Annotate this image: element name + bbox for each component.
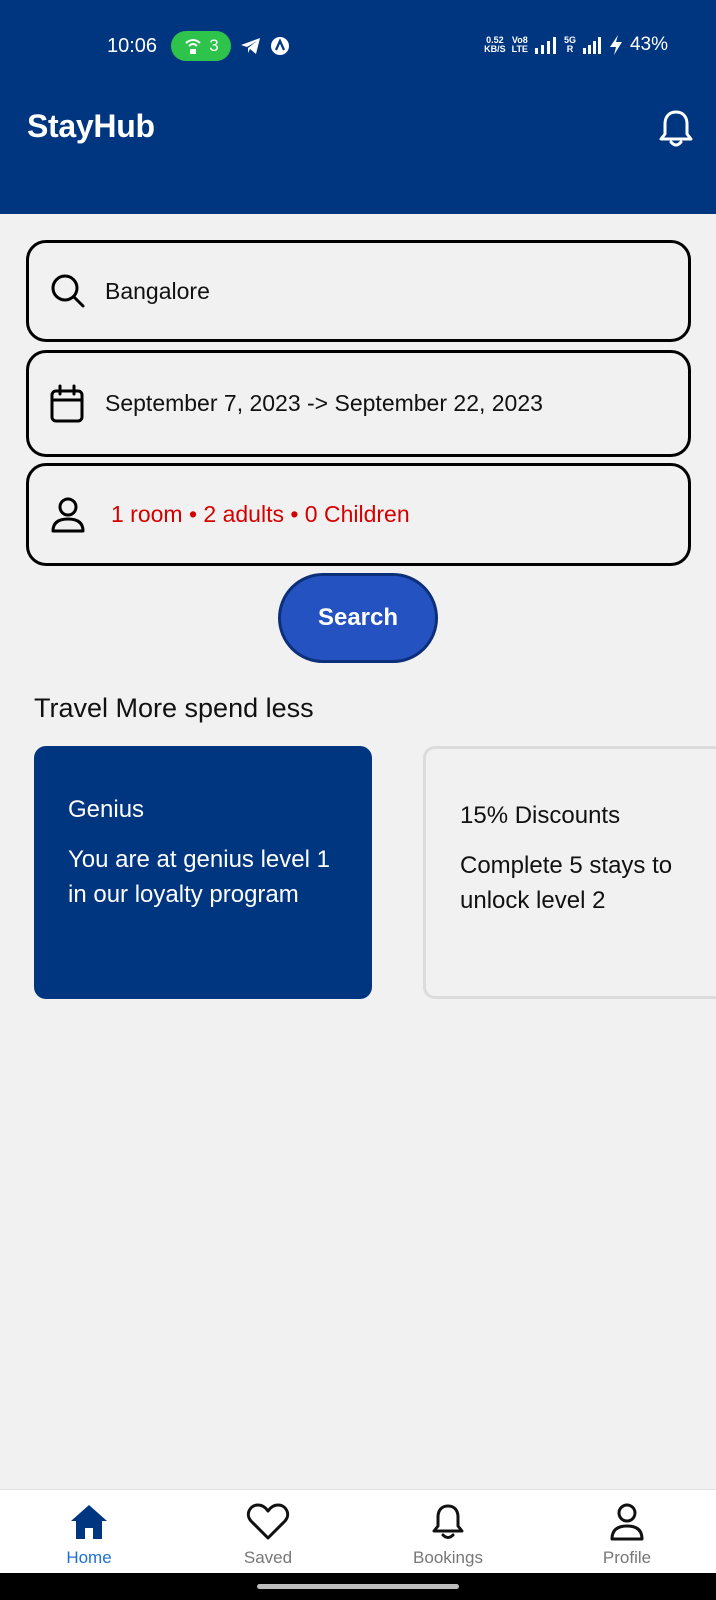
status-bar: 10:06 3 0.52 KB/S Vo8 LTE 5G R 43%	[0, 28, 716, 64]
nav-saved[interactable]: Saved	[208, 1500, 328, 1568]
date-range-value: September 7, 2023 -> September 22, 2023	[105, 390, 543, 416]
search-icon	[51, 274, 85, 308]
bell-icon[interactable]	[656, 108, 696, 150]
nav-profile-label: Profile	[602, 1548, 652, 1567]
hotspot-badge: 3	[171, 31, 231, 61]
discount-card-description: Complete 5 stays to unlock level 2	[460, 852, 673, 914]
date-range-field[interactable]: September 7, 2023 -> September 22, 2023	[26, 350, 691, 457]
destination-field[interactable]: Bangalore	[26, 240, 691, 342]
signal-icon	[534, 37, 556, 54]
nav-bookings-label: Bookings	[413, 1548, 483, 1567]
app-notification-icon	[271, 37, 289, 55]
nav-saved-label: Saved	[243, 1548, 293, 1567]
genius-card[interactable]: Genius You are at genius level 1 in our …	[34, 746, 372, 999]
app-title: StayHub	[27, 108, 155, 144]
nav-bookings[interactable]: Bookings	[388, 1500, 508, 1568]
discount-card-title: 15% Discounts	[460, 802, 621, 829]
net-speed-unit: KB/S	[484, 44, 506, 54]
sim2-indicator: 5G R	[564, 36, 576, 54]
genius-card-description: You are at genius level 1 in our loyalty…	[68, 846, 330, 908]
bottom-navigation: Home Saved Bookings Profile	[0, 1489, 716, 1573]
destination-value: Bangalore	[105, 277, 210, 304]
discount-card[interactable]: 15% Discounts Complete 5 stays to unlock…	[423, 746, 716, 999]
hotspot-count: 3	[209, 36, 219, 55]
volte-indicator: Vo8 LTE	[512, 36, 528, 54]
person-icon	[51, 497, 85, 532]
search-button[interactable]: Search	[278, 573, 438, 663]
volte-bottom: LTE	[511, 44, 528, 54]
person-icon	[610, 1503, 644, 1541]
bell-icon	[432, 1504, 464, 1539]
nav-home-label: Home	[66, 1548, 112, 1567]
telegram-icon	[241, 38, 260, 54]
app-header: 10:06 3 0.52 KB/S Vo8 LTE 5G R 43% StayH…	[0, 0, 716, 214]
promo-section-title: Travel More spend less	[34, 693, 314, 723]
gesture-bar	[0, 1573, 716, 1600]
nav-profile[interactable]: Profile	[567, 1500, 687, 1568]
status-time: 10:06	[107, 35, 158, 57]
battery-percent: 43%	[629, 34, 668, 55]
charging-icon	[609, 35, 622, 55]
home-icon	[71, 1505, 107, 1539]
gesture-handle[interactable]	[257, 1584, 459, 1589]
nav-home[interactable]: Home	[29, 1500, 149, 1568]
calendar-icon	[50, 384, 84, 422]
sim2-bottom: R	[566, 44, 574, 54]
net-speed: 0.52 KB/S	[484, 36, 506, 54]
status-right-icons: 0.52 KB/S Vo8 LTE 5G R 43%	[484, 34, 668, 56]
guests-value: 1 room • 2 adults • 0 Children	[111, 501, 410, 527]
hotspot-icon	[185, 39, 201, 54]
heart-icon	[246, 1503, 290, 1540]
signal-2-icon	[582, 37, 601, 54]
guests-field[interactable]: 1 room • 2 adults • 0 Children	[26, 463, 691, 566]
genius-card-title: Genius	[68, 796, 145, 823]
